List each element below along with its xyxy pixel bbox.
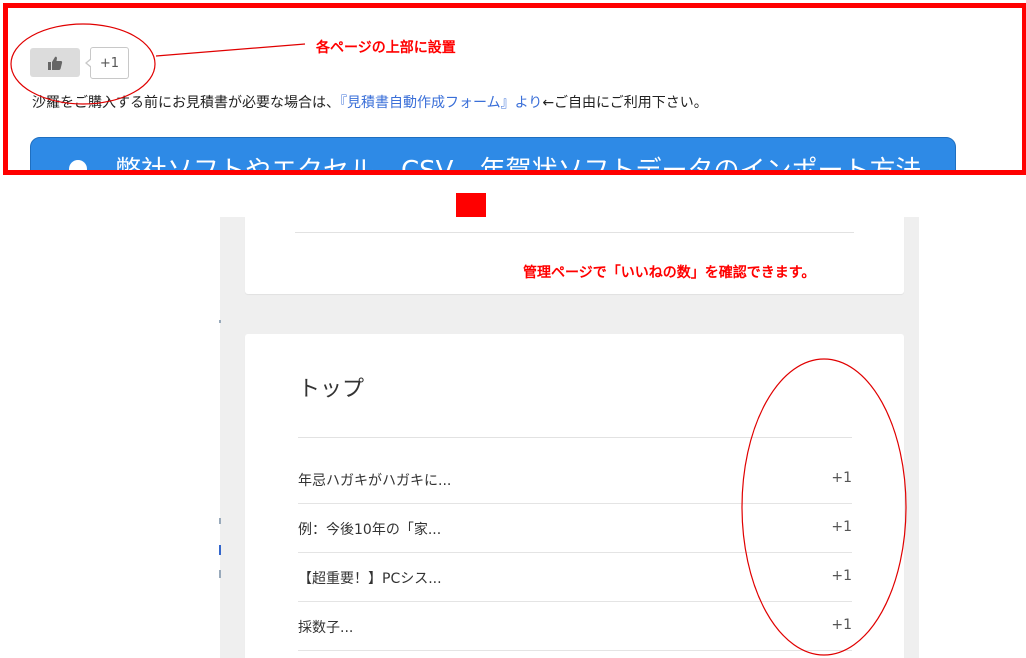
like-button[interactable] bbox=[30, 48, 80, 77]
estimate-form-link[interactable]: 『見積書自動作成フォーム』より bbox=[340, 95, 542, 111]
divider bbox=[295, 232, 854, 233]
edge-mark bbox=[219, 545, 221, 555]
edge-mark bbox=[219, 518, 221, 524]
like-count: +1 bbox=[99, 55, 120, 71]
top-page-snippet: +1 各ページの上部に設置 沙羅をご購入する前にお見積書が必要な場合は、『見積書… bbox=[3, 3, 1026, 175]
banner-text: 弊社ソフトやエクセル、CSV、年賀状ソフトデータのインポート方法 bbox=[115, 156, 922, 175]
ranking-row[interactable]: 【超重要！】PCシス... +1 bbox=[298, 552, 852, 602]
page-name: 年忌ハガキがハガキに... bbox=[298, 473, 452, 489]
ranking-row[interactable]: 年忌ハガキがハガキに... +1 bbox=[298, 454, 852, 504]
intro-text-after: ←ご自由にご利用下さい。 bbox=[542, 95, 708, 111]
admin-card-previous bbox=[245, 217, 904, 294]
ranking-row[interactable]: 採数子... +1 bbox=[298, 601, 852, 651]
like-count: +1 bbox=[831, 470, 852, 486]
like-count: +1 bbox=[831, 617, 852, 633]
top-annotation-label: 各ページの上部に設置 bbox=[316, 40, 456, 56]
ranking-row[interactable]: 例：今後10年の「家... +1 bbox=[298, 503, 852, 553]
intro-text-before: 沙羅をご購入する前にお見積書が必要な場合は、 bbox=[32, 95, 340, 111]
like-count: +1 bbox=[831, 568, 852, 584]
page-name: 【超重要！】PCシス... bbox=[298, 571, 442, 587]
intro-line: 沙羅をご購入する前にお見積書が必要な場合は、『見積書自動作成フォーム』より←ご自… bbox=[32, 92, 708, 112]
import-guide-banner[interactable]: 弊社ソフトやエクセル、CSV、年賀状ソフトデータのインポート方法 bbox=[30, 137, 956, 175]
divider bbox=[298, 437, 852, 438]
edge-mark bbox=[219, 570, 221, 578]
card-title: トップ bbox=[298, 377, 365, 402]
middle-annotation-label: 管理ページで「いいねの数」を確認できます。 bbox=[523, 265, 816, 281]
page-name: 例：今後10年の「家... bbox=[298, 522, 442, 538]
thumbs-up-icon bbox=[48, 56, 63, 70]
bullet-icon bbox=[69, 160, 87, 170]
like-count-box: +1 bbox=[85, 47, 129, 79]
edge-mark bbox=[219, 320, 221, 323]
like-ranking-card: トップ 年忌ハガキがハガキに... +1 例：今後10年の「家... +1 【超… bbox=[245, 334, 904, 658]
page-name: 採数子... bbox=[298, 620, 354, 636]
like-count: +1 bbox=[831, 519, 852, 535]
